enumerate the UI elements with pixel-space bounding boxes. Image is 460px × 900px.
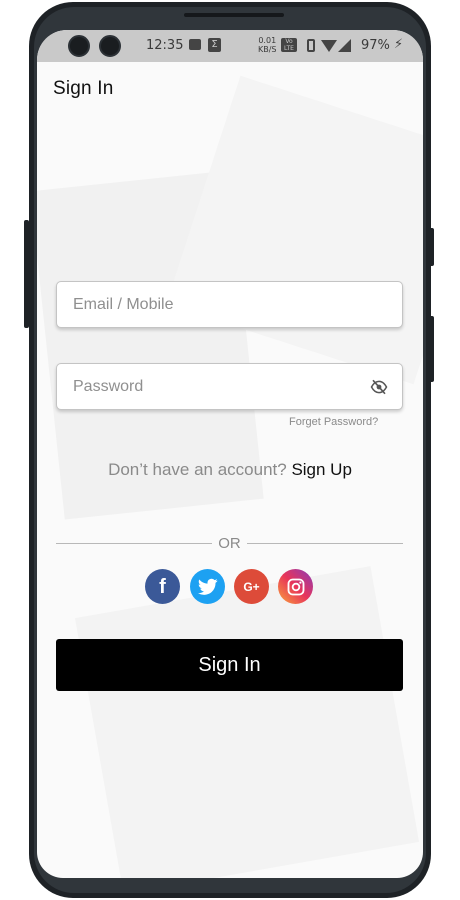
eye-off-icon[interactable] bbox=[370, 378, 388, 396]
signup-row: Don’t have an account? Sign Up bbox=[37, 460, 423, 480]
vibrate-icon bbox=[307, 39, 315, 52]
sigma-icon: Σ bbox=[208, 38, 221, 52]
signal-icon bbox=[338, 39, 351, 52]
signin-button[interactable]: Sign In bbox=[56, 639, 403, 691]
lte-label: LTE bbox=[284, 45, 294, 52]
status-bar: 12:35 Σ 0.01 KB/S Vo LTE 97% ⚡ bbox=[37, 30, 423, 62]
network-speed-unit: KB/S bbox=[258, 45, 277, 54]
front-camera bbox=[68, 35, 90, 57]
volte-label: Vo bbox=[285, 38, 293, 45]
divider-line bbox=[247, 543, 403, 544]
facebook-icon: f bbox=[159, 576, 166, 598]
charging-icon: ⚡ bbox=[394, 37, 404, 52]
page-title: Sign In bbox=[53, 78, 114, 99]
battery-percent: 97% bbox=[361, 38, 390, 53]
email-field[interactable] bbox=[56, 281, 403, 328]
instagram-button[interactable] bbox=[278, 569, 313, 604]
twitter-button[interactable] bbox=[190, 569, 225, 604]
front-camera bbox=[99, 35, 121, 57]
or-divider: OR bbox=[56, 535, 403, 552]
twitter-icon bbox=[197, 578, 218, 595]
password-field[interactable] bbox=[56, 363, 403, 410]
earpiece bbox=[184, 13, 284, 17]
background-shape bbox=[74, 566, 420, 878]
wifi-icon bbox=[321, 40, 337, 52]
network-speed: 0.01 KB/S bbox=[258, 36, 277, 54]
facebook-button[interactable]: f bbox=[145, 569, 180, 604]
volte-icon: Vo LTE bbox=[281, 38, 297, 52]
forgot-password-link[interactable]: Forget Password? bbox=[289, 416, 378, 428]
signup-link[interactable]: Sign Up bbox=[291, 460, 351, 479]
app-screen: 12:35 Σ 0.01 KB/S Vo LTE 97% ⚡ Sign In F… bbox=[37, 30, 423, 878]
google-plus-icon: G+ bbox=[243, 579, 260, 594]
instagram-icon bbox=[287, 578, 304, 595]
signup-prompt: Don’t have an account? bbox=[108, 460, 287, 479]
network-speed-value: 0.01 bbox=[258, 36, 277, 45]
password-input[interactable] bbox=[57, 364, 402, 409]
google-plus-button[interactable]: G+ bbox=[234, 569, 269, 604]
image-icon bbox=[189, 39, 201, 50]
email-input[interactable] bbox=[57, 282, 402, 327]
status-time: 12:35 bbox=[146, 38, 184, 53]
